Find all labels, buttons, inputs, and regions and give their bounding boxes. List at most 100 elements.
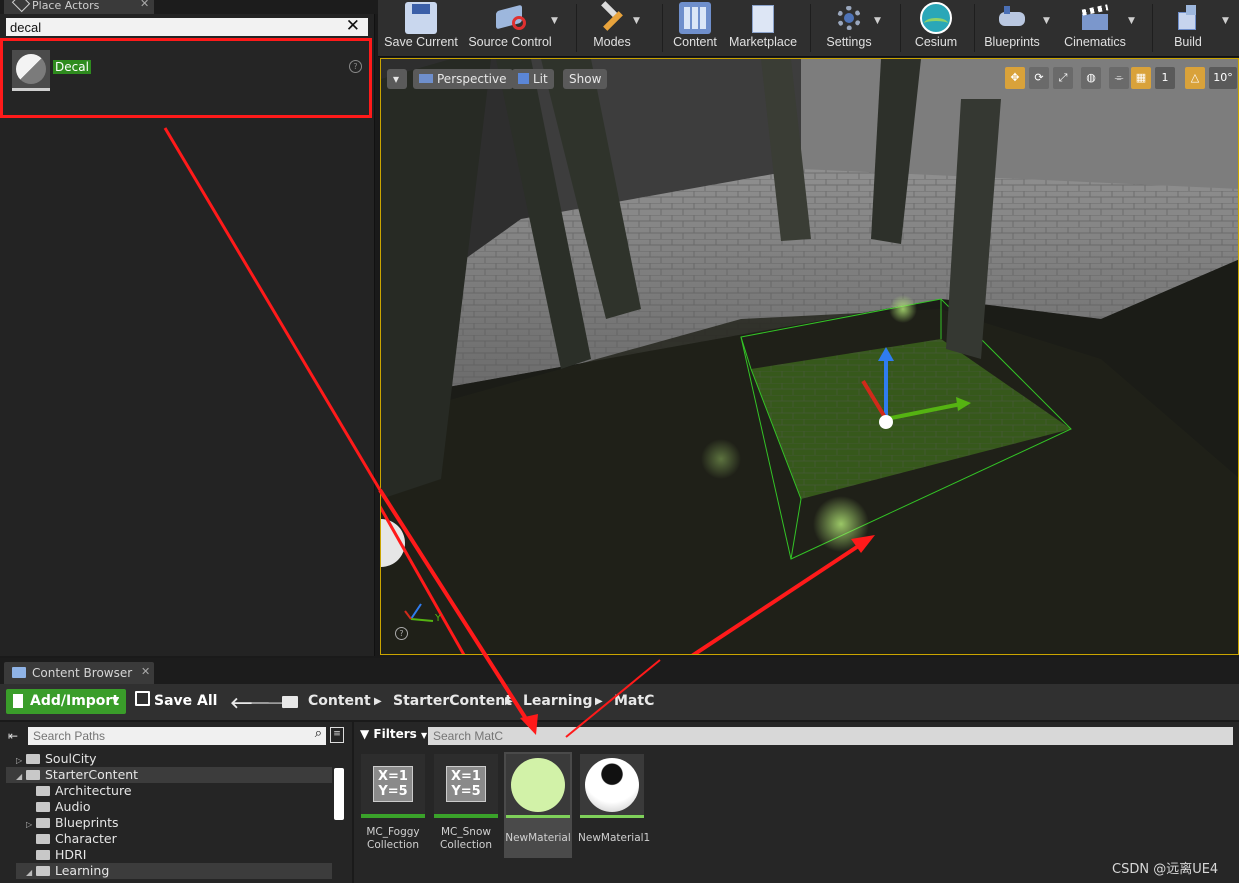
save-all-button[interactable]: Save All [135,689,217,714]
settings-button[interactable]: Settings [818,0,880,54]
modes-button[interactable]: Modes [584,0,640,54]
chevron-down-icon[interactable]: ▼ [633,16,640,26]
tree-item-blueprints[interactable]: ▷ Blueprints [26,815,119,831]
folder-open-icon [26,770,40,780]
place-actors-search-input[interactable] [6,18,334,36]
search-paths[interactable]: ⌕ [28,726,326,745]
asset-tile-mc-snow[interactable]: X=1 Y=5 MC_Snow Collection [432,752,500,858]
chevron-down-icon[interactable]: ▼ [1043,16,1050,26]
chevron-right-icon: ▷ [26,820,33,829]
help-icon[interactable]: ? [349,60,362,73]
chevron-down-icon[interactable]: ▼ [551,16,558,26]
scale-mode-icon[interactable]: ⤢ [1053,67,1073,89]
folder-icon [36,834,50,844]
search-assets[interactable] [428,727,1233,745]
settings-label: Settings [826,35,872,49]
close-icon[interactable]: ✕ [140,0,149,10]
close-icon[interactable]: ✕ [141,665,150,678]
content-button[interactable]: Content [666,0,724,54]
asset-tile-mc-foggy[interactable]: X=1 Y=5 MC_Foggy Collection [359,752,427,858]
tree-item-character[interactable]: Character [36,831,117,847]
source-control-button[interactable]: Source Control [464,0,556,54]
collapse-sources-icon[interactable]: ⇤ [8,729,18,743]
cinematics-button[interactable]: Cinematics [1062,0,1128,54]
perspective-label: Perspective [437,72,507,86]
folder-icon [36,850,50,860]
tree-item-startercontent[interactable]: ◢ StarterContent [6,767,332,783]
asset-name: NewMaterial [505,832,571,844]
watermark: CSDN @远离UE4 [1112,862,1219,877]
place-actors-search[interactable]: ✕ [6,16,368,36]
content-icon [679,2,711,34]
content-browser-toolbar: Add/Import ▼ Save All 🡐 🡒 Content ▶ Star… [0,684,1239,720]
cinematics-label: Cinematics [1064,35,1126,49]
world-space-icon[interactable]: ◍ [1081,67,1101,89]
surface-snapping-icon[interactable]: ⌯ [1109,67,1129,89]
breadcrumb-matc[interactable]: MatC [614,693,654,709]
tree-item-soulcity[interactable]: ▷ SoulCity [16,751,96,767]
tree-item-hdri[interactable]: HDRI [36,847,86,863]
rotate-mode-icon[interactable]: ⟳ [1029,67,1049,89]
content-label: Content [673,35,717,49]
search-paths-input[interactable] [28,727,308,745]
tree-item-label: SoulCity [45,751,97,766]
filters-label: Filters [373,727,417,741]
tab-place-actors[interactable]: Place Actors ✕ [4,0,154,14]
rotation-snap-icon[interactable]: △ [1185,67,1205,89]
collection-card-icon: X=1 Y=5 [373,766,413,802]
save-current-button[interactable]: Save Current [382,0,460,54]
tree-item-audio[interactable]: Audio [36,799,91,815]
blueprints-button[interactable]: Blueprints [980,0,1044,54]
save-current-label: Save Current [384,35,458,49]
actor-item-decal[interactable]: Decal ? [0,38,372,118]
tab-place-actors-label: Place Actors [32,0,100,12]
chevron-down-icon[interactable]: ▼ [874,16,881,26]
marketplace-button[interactable]: Marketplace [726,0,800,54]
rotation-snap-value[interactable]: 10° [1209,67,1237,89]
source-control-icon [494,2,526,34]
folder-icon [36,818,50,828]
filters-button[interactable]: ▼ Filters ▼ [360,727,427,741]
breadcrumb-startercontent[interactable]: StarterContent [393,693,512,709]
folder-icon [26,754,40,764]
content-browser-icon [12,667,26,678]
axis-y-label: Y [435,613,442,624]
clear-search-icon[interactable]: ✕ [346,16,360,36]
lit-button[interactable]: Lit [512,69,554,89]
asset-tile-newmaterial[interactable]: NewMaterial [504,752,572,858]
level-viewport[interactable]: ▾ Perspective Lit Show ✥ ⟳ ⤢ ◍ ⌯ ▦ 1 △ 1… [380,58,1239,655]
content-browser-tab-bar [0,658,1239,684]
modes-label: Modes [593,35,631,49]
breadcrumb-content[interactable]: Content [308,693,371,709]
chevron-down-icon[interactable]: ▼ [1128,16,1135,26]
breadcrumb-separator[interactable]: ▶ [374,696,382,707]
search-assets-input[interactable] [428,727,1218,745]
chevron-down-icon[interactable]: ▼ [1222,16,1229,26]
breadcrumb-learning[interactable]: Learning [523,693,593,709]
blueprints-label: Blueprints [984,35,1040,49]
tree-item-learning[interactable]: ◢ Learning [16,863,332,879]
list-options-icon[interactable]: ≡ [330,727,344,743]
grid-size-value[interactable]: 1 [1155,67,1175,89]
grid-snap-icon[interactable]: ▦ [1131,67,1151,89]
translate-mode-icon[interactable]: ✥ [1005,67,1025,89]
clapperboard-icon [1079,2,1111,34]
tree-item-architecture[interactable]: Architecture [36,783,132,799]
cesium-button[interactable]: Cesium [908,0,964,54]
assets-panel: ▼ Filters ▼ X=1Y=5 MC_FoggyCollection X=… [354,722,1239,883]
actor-item-label: Decal [53,60,91,74]
collection-thumbnail: X=1 Y=5 [434,754,498,818]
add-import-button[interactable]: Add/Import ▼ [6,689,126,714]
breadcrumb-separator[interactable]: ▶ [595,696,603,707]
build-button[interactable]: Build [1168,0,1208,54]
perspective-button[interactable]: Perspective [413,69,513,89]
show-button[interactable]: Show [563,69,608,89]
tree-scrollbar[interactable] [334,768,344,820]
tab-content-browser[interactable]: Content Browser ✕ [4,662,154,684]
folder-open-icon [36,866,50,876]
breadcrumb-separator[interactable]: ▶ [505,696,513,707]
help-icon[interactable]: ? [395,627,408,640]
build-icon [1172,2,1204,34]
viewport-options-button[interactable]: ▾ [387,69,407,89]
asset-tile-newmaterial1[interactable]: NewMaterial1 [578,752,650,858]
